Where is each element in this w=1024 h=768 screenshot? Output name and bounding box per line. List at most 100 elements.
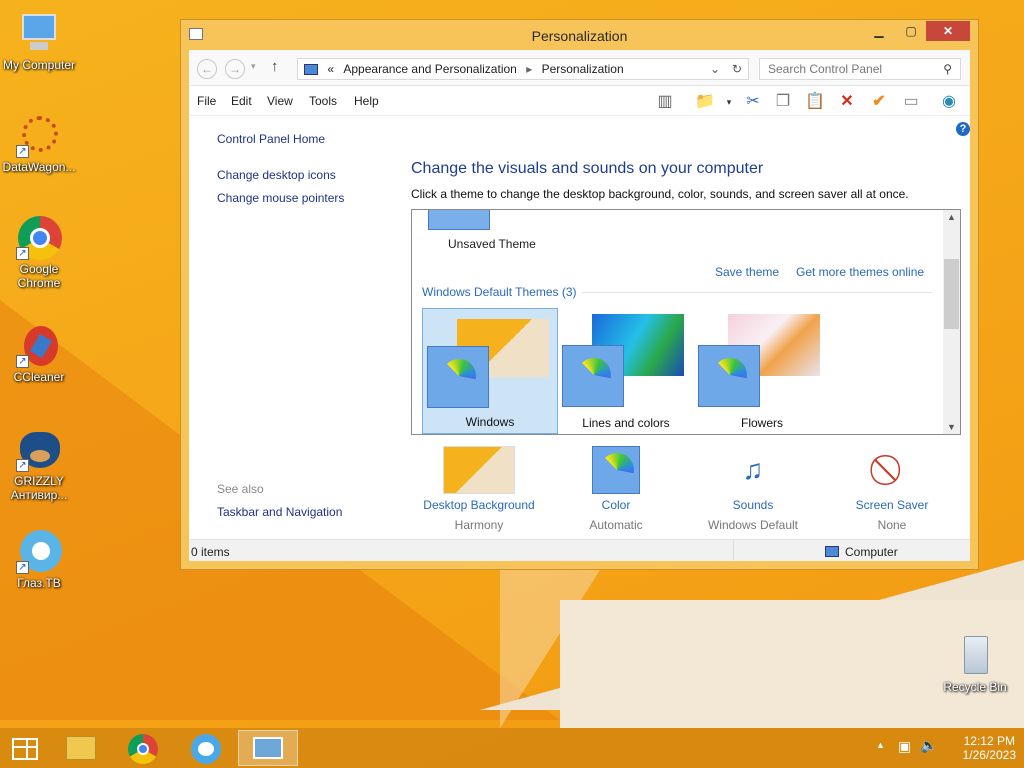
setting-name[interactable]: Sounds — [693, 498, 813, 512]
volume-icon[interactable]: 🔈 — [920, 737, 937, 754]
desktop-icon-my-computer[interactable]: My Computer — [0, 10, 78, 72]
taskbar-navigation-link[interactable]: Taskbar and Navigation — [217, 505, 342, 519]
desktop-icon-datawagon[interactable]: ↗ DataWagon... — [0, 112, 78, 174]
desktop-icon-chrome[interactable]: ↗ Google Chrome — [0, 214, 78, 290]
breadcrumb-separator-icon: ▸ — [526, 62, 533, 76]
theme-lines-and-colors[interactable]: Lines and colors — [558, 308, 694, 434]
breadcrumb-item[interactable]: Appearance and Personalization — [343, 62, 516, 76]
minimize-button[interactable]: ▁ — [864, 21, 894, 41]
unsaved-theme-label[interactable]: Unsaved Theme — [448, 237, 536, 251]
unsaved-theme-thumbnail[interactable] — [428, 210, 490, 230]
start-button[interactable] — [0, 730, 60, 766]
computer-icon — [16, 10, 62, 56]
search-icon[interactable]: ⚲ — [943, 59, 952, 79]
status-divider — [733, 540, 734, 562]
setting-name[interactable]: Desktop Background — [419, 498, 539, 512]
desktop-icon-recycle-bin[interactable]: Recycle Bin — [936, 632, 1014, 694]
sun-logo-icon: ↗ — [16, 112, 62, 158]
breadcrumb-item[interactable]: Personalization — [542, 62, 624, 76]
layout-pane-icon[interactable]: ▥ — [653, 91, 677, 113]
search-input[interactable]: Search Control Panel ⚲ — [759, 58, 961, 80]
page-subheading: Click a theme to change the desktop back… — [411, 187, 909, 201]
theme-flowers[interactable]: Flowers — [694, 308, 830, 434]
breadcrumb-prefix[interactable]: « — [327, 62, 334, 76]
address-box[interactable]: « Appearance and Personalization ▸ Perso… — [297, 58, 749, 80]
theme-list[interactable]: Unsaved Theme Save theme Get more themes… — [411, 209, 961, 435]
save-theme-link[interactable]: Save theme — [715, 265, 779, 279]
address-dropdown-icon[interactable]: ⌄ — [710, 59, 720, 79]
personalization-window: Personalization ▁ ▢ ✕ ← → ▾ ↑ « Appearan… — [180, 19, 979, 570]
control-panel-home-link[interactable]: Control Panel Home — [217, 132, 325, 146]
bear-icon: ↗ — [16, 426, 62, 472]
color-setting[interactable]: Color Automatic — [556, 446, 676, 532]
properties-icon[interactable]: ▭ — [899, 91, 923, 113]
change-desktop-icons-link[interactable]: Change desktop icons — [217, 168, 336, 182]
desktop-icon-grizzly[interactable]: ↗ GRIZZLY Антивир... — [0, 426, 78, 502]
desktop-icon-label: Глаз.ТВ — [17, 576, 61, 590]
globe-icon[interactable]: ◉ — [937, 91, 961, 113]
change-mouse-pointers-link[interactable]: Change mouse pointers — [217, 191, 344, 205]
theme-color-swatch — [562, 345, 624, 407]
shortcut-arrow-icon: ↗ — [16, 561, 29, 574]
show-hidden-icons[interactable]: ▲ — [876, 740, 885, 750]
up-button[interactable]: ↑ — [271, 58, 279, 75]
menu-view[interactable]: View — [267, 94, 293, 108]
ie-center — [198, 742, 214, 756]
setting-name[interactable]: Screen Saver — [832, 498, 952, 512]
screen-saver-icon: ⃠ — [868, 446, 916, 494]
back-button[interactable]: ← — [197, 59, 217, 79]
menu-edit[interactable]: Edit — [231, 94, 252, 108]
desktop-icon-label: My Computer — [2, 58, 76, 72]
recycle-bin-icon — [952, 632, 998, 678]
group-divider — [582, 292, 932, 293]
menu-file[interactable]: File — [197, 94, 216, 108]
maximize-button[interactable]: ▢ — [896, 21, 926, 41]
menu-tools[interactable]: Tools — [309, 94, 337, 108]
taskbar: ▲ ▣ 🔈 12:12 PM 1/26/2023 — [0, 728, 1024, 768]
title-bar[interactable]: Personalization ▁ ▢ ✕ — [181, 20, 978, 50]
default-themes-header: Windows Default Themes (3) — [422, 285, 577, 299]
chrome-center — [137, 743, 149, 755]
color-swatch-icon — [592, 446, 640, 494]
theme-windows[interactable]: Windows — [422, 308, 558, 434]
computer-small-icon — [825, 546, 839, 557]
refresh-icon[interactable]: ↻ — [732, 59, 742, 79]
scroll-down-icon[interactable]: ▼ — [943, 422, 960, 432]
setting-name[interactable]: Color — [556, 498, 676, 512]
taskbar-chrome[interactable] — [113, 730, 173, 766]
desktop-icon-label: Recycle Bin — [943, 680, 1007, 694]
desktop-icon-glaz-tv[interactable]: ↗ Глаз.ТВ — [0, 528, 78, 590]
desktop-icon-label: GRIZZLY Антивир... — [10, 474, 68, 502]
desktop-background-setting[interactable]: Desktop Background Harmony — [419, 446, 539, 532]
screen-saver-setting[interactable]: ⃠ Screen Saver None — [832, 446, 952, 532]
check-icon[interactable]: ✔ — [867, 91, 891, 113]
sounds-setting[interactable]: ♫ Sounds Windows Default — [693, 446, 813, 532]
recent-pages-chevron-icon[interactable]: ▾ — [251, 61, 256, 72]
taskbar-file-explorer[interactable] — [52, 730, 112, 766]
taskbar-control-panel[interactable] — [238, 730, 298, 766]
desktop-background-icon — [443, 446, 515, 494]
setting-value: Windows Default — [707, 518, 799, 532]
paste-icon[interactable]: 📋 — [803, 91, 827, 113]
get-more-themes-link[interactable]: Get more themes online — [796, 265, 924, 279]
clock[interactable]: 12:12 PM 1/26/2023 — [963, 734, 1016, 762]
window-client: ← → ▾ ↑ « Appearance and Personalization… — [189, 50, 970, 562]
help-icon[interactable]: ? — [956, 122, 970, 136]
scrollbar-thumb[interactable] — [944, 259, 959, 329]
menu-help[interactable]: Help — [354, 94, 379, 108]
desktop-icon-label: Google Chrome — [17, 262, 61, 290]
theme-list-scrollbar[interactable]: ▲ ▼ — [943, 210, 960, 434]
color-fan-icon — [600, 453, 634, 474]
forward-button[interactable]: → — [225, 59, 245, 79]
delete-icon[interactable]: ✕ — [835, 91, 859, 113]
taskbar-ie[interactable] — [175, 730, 235, 766]
desktop-icon-ccleaner[interactable]: ↗ CCleaner — [0, 322, 78, 384]
cut-icon[interactable]: ✂ — [741, 91, 765, 113]
close-button[interactable]: ✕ — [926, 21, 970, 41]
folder-options-dropdown-icon[interactable]: ▾ — [717, 91, 741, 113]
desktop-icon-label: CCleaner — [13, 370, 65, 384]
copy-icon[interactable]: ❐ — [771, 91, 795, 113]
network-icon[interactable]: ▣ — [898, 738, 911, 755]
folder-options-icon[interactable]: 📁 — [693, 91, 717, 113]
scroll-up-icon[interactable]: ▲ — [943, 212, 960, 222]
